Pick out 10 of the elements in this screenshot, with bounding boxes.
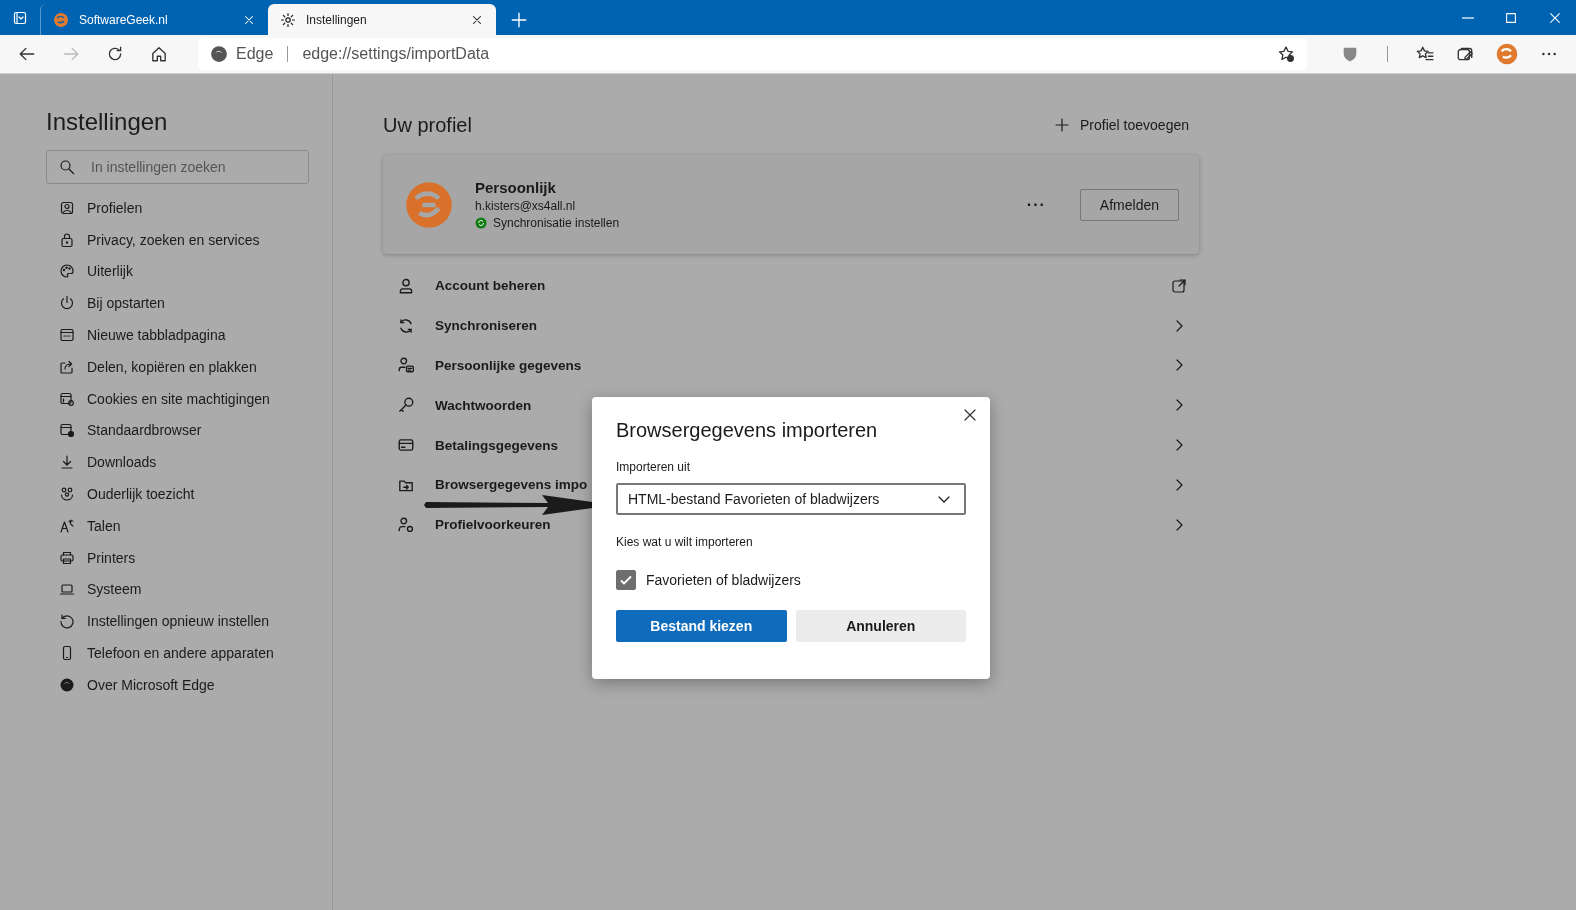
sidebar-title: Instellingen <box>46 108 169 136</box>
profile-email: h.kisters@xs4all.nl <box>475 199 577 213</box>
dialog-title: Browsergegevens importeren <box>616 419 879 442</box>
site-label: Edge <box>236 45 274 63</box>
checkbox-label: Favorieten of bladwijzers <box>646 572 801 588</box>
url-text: edge://settings/importData <box>302 45 491 63</box>
section-label: Kies wat u wilt importeren <box>616 535 754 549</box>
profile-name: Persoonlijk <box>475 179 557 196</box>
field-label: Importeren uit <box>616 460 692 474</box>
section-title: Uw profiel <box>383 113 472 137</box>
